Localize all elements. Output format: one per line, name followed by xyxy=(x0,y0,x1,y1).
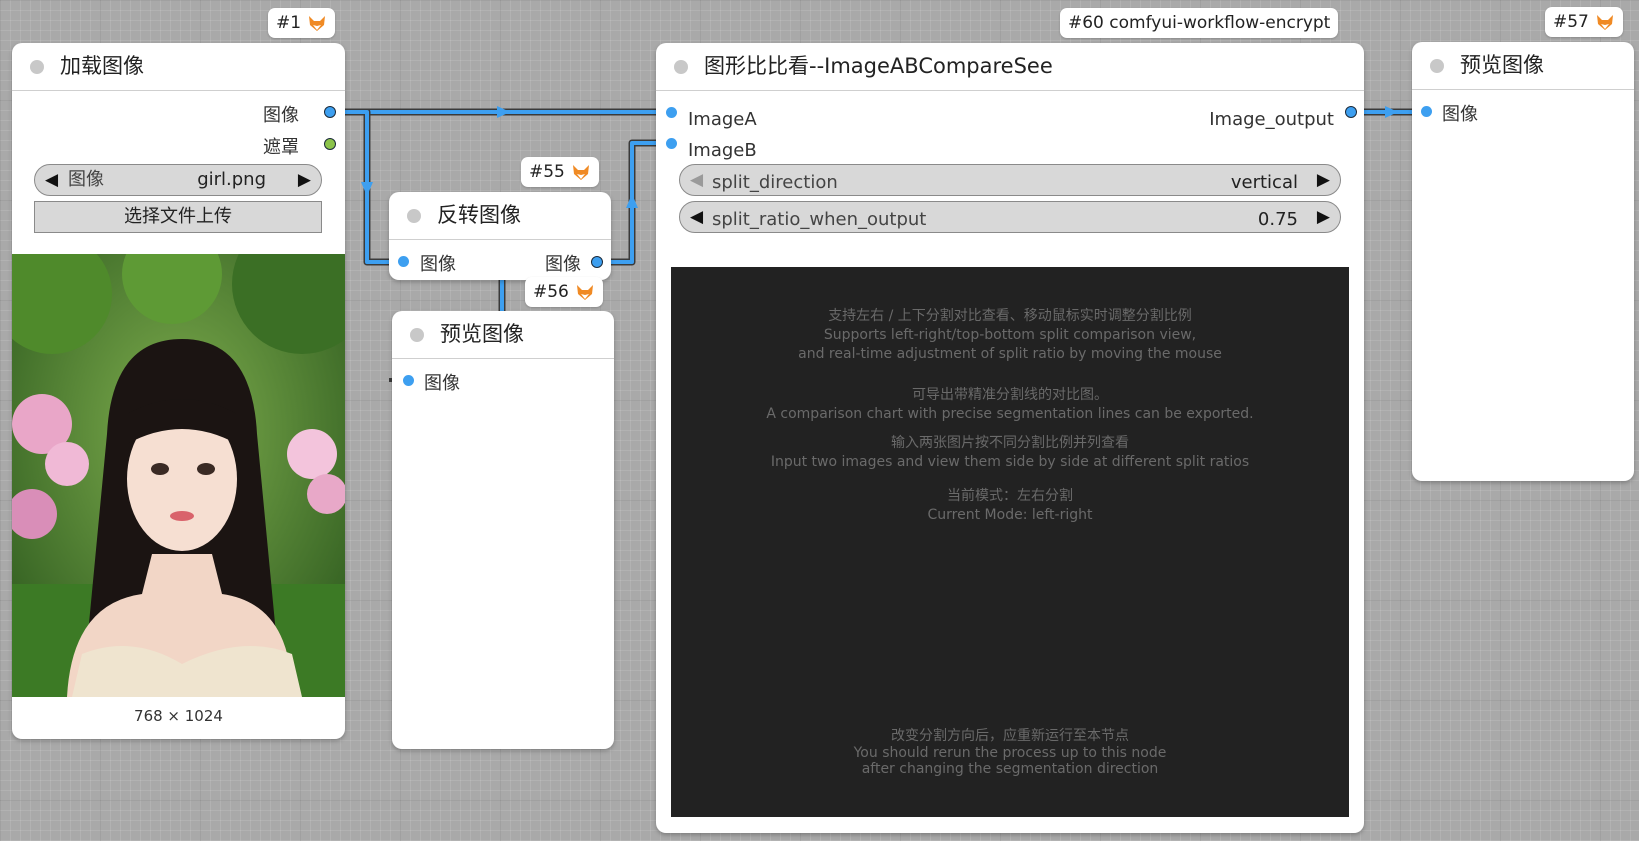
image-ab-compare-node[interactable]: 图形比比看--ImageABCompareSee ImageA ImageB I… xyxy=(656,43,1364,833)
image-preview xyxy=(12,254,345,697)
widget-value: vertical xyxy=(1230,172,1298,193)
node-header[interactable]: 预览图像 xyxy=(392,311,614,359)
input-label-image-b: ImageB xyxy=(688,140,757,161)
widget-label: split_ratio_when_output xyxy=(712,209,927,230)
node-title: 图形比比看--ImageABCompareSee xyxy=(704,54,1053,78)
split-direction-widget[interactable]: ◀ split_direction vertical ▶ xyxy=(679,164,1341,196)
input-port-image-a[interactable] xyxy=(666,107,677,118)
node-header[interactable]: 反转图像 xyxy=(389,192,611,240)
canvas-text: 输入两张图片按不同分割比例并列查看 xyxy=(891,435,1129,451)
output-label-image-output: Image_output xyxy=(1209,109,1334,130)
canvas-text: 改变分割方向后，应重新运行至本节点 xyxy=(891,728,1129,744)
node-id-text: #55 xyxy=(529,162,565,182)
widget-value: 0.75 xyxy=(1257,209,1298,230)
canvas-text: 当前模式：左右分割 xyxy=(947,488,1073,504)
load-image-node[interactable]: 加载图像 图像 遮罩 ◀ 图像 girl.png ▶ 选择文件上传 768 × … xyxy=(12,43,345,739)
invert-image-node[interactable]: 反转图像 图像 图像 xyxy=(389,192,611,280)
input-port-image[interactable] xyxy=(398,256,409,267)
split-ratio-widget[interactable]: ◀ split_ratio_when_output 0.75 ▶ xyxy=(679,201,1341,233)
output-port-image[interactable] xyxy=(591,256,603,268)
output-port-image-output[interactable] xyxy=(1345,106,1357,118)
node-title: 预览图像 xyxy=(440,322,524,346)
input-port-image-b[interactable] xyxy=(666,138,677,149)
compare-canvas[interactable]: 支持左右 / 上下分割对比查看、移动鼠标实时调整分割比例 Supports le… xyxy=(671,267,1349,817)
node-id-badge: #60 comfyui-workflow-encrypt xyxy=(1060,8,1339,38)
arrow-right-icon[interactable]: ▶ xyxy=(298,165,311,195)
node-header[interactable]: 图形比比看--ImageABCompareSee xyxy=(656,43,1364,91)
node-id-badge: #56 xyxy=(525,277,603,307)
output-port-mask[interactable] xyxy=(324,138,336,150)
canvas-text: Supports left-right/top-bottom split com… xyxy=(823,327,1197,343)
input-label-image-a: ImageA xyxy=(688,109,757,130)
arrow-left-icon[interactable]: ◀ xyxy=(45,165,58,195)
widget-value: girl.png xyxy=(197,169,266,190)
image-size-label: 768 × 1024 xyxy=(134,707,223,725)
node-header[interactable]: 预览图像 xyxy=(1412,42,1634,90)
node-title: 预览图像 xyxy=(1460,53,1544,77)
preview-image-node-56[interactable]: 预览图像 图像 xyxy=(392,311,614,749)
node-id-text: #57 xyxy=(1553,12,1589,32)
collapse-toggle[interactable] xyxy=(674,60,688,74)
input-port-image[interactable] xyxy=(1421,106,1432,117)
output-label-mask: 遮罩 xyxy=(263,137,299,158)
upload-button[interactable]: 选择文件上传 xyxy=(34,201,322,233)
output-port-image[interactable] xyxy=(324,106,336,118)
node-id-badge: #57 xyxy=(1545,7,1623,37)
arrow-right-icon[interactable]: ▶ xyxy=(1317,202,1330,232)
output-label-image: 图像 xyxy=(263,105,299,126)
arrow-left-icon[interactable]: ◀ xyxy=(690,202,703,232)
widget-label: split_direction xyxy=(712,172,838,193)
canvas-text: Input two images and view them side by s… xyxy=(770,454,1250,470)
node-id-text: #60 comfyui-workflow-encrypt xyxy=(1068,13,1331,33)
fox-icon xyxy=(576,285,593,300)
canvas-text: Current Mode: left-right xyxy=(927,507,1093,523)
input-label-image: 图像 xyxy=(1442,104,1478,125)
input-label-image: 图像 xyxy=(424,373,460,394)
node-id-badge: #55 xyxy=(521,157,599,187)
input-port-image[interactable] xyxy=(403,375,414,386)
collapse-toggle[interactable] xyxy=(410,328,424,342)
widget-label: 图像 xyxy=(68,169,104,190)
fox-icon xyxy=(1596,15,1613,30)
node-id-text: #56 xyxy=(533,282,569,302)
fox-icon xyxy=(572,165,589,180)
arrow-left-icon[interactable]: ◀ xyxy=(690,165,703,195)
canvas-text: after changing the segmentation directio… xyxy=(861,761,1159,777)
node-title: 加载图像 xyxy=(60,54,144,78)
collapse-toggle[interactable] xyxy=(407,209,421,223)
preview-image-node-57[interactable]: 预览图像 图像 xyxy=(1412,42,1634,481)
node-id-text: #1 xyxy=(276,13,302,33)
canvas-text: 可导出带精准分割线的对比图。 xyxy=(912,387,1108,403)
image-combo-widget[interactable]: ◀ 图像 girl.png ▶ xyxy=(34,164,322,196)
fox-icon xyxy=(309,16,326,31)
canvas-text: A comparison chart with precise segmenta… xyxy=(766,406,1254,422)
collapse-toggle[interactable] xyxy=(30,60,44,74)
collapse-toggle[interactable] xyxy=(1430,59,1444,73)
input-label-image: 图像 xyxy=(420,254,456,275)
output-label-image: 图像 xyxy=(545,254,581,275)
canvas-text: 支持左右 / 上下分割对比查看、移动鼠标实时调整分割比例 xyxy=(828,308,1192,324)
canvas-text: and real-time adjustment of split ratio … xyxy=(798,346,1222,362)
node-header[interactable]: 加载图像 xyxy=(12,43,345,91)
node-id-badge: #1 xyxy=(268,8,336,38)
arrow-right-icon[interactable]: ▶ xyxy=(1317,165,1330,195)
node-title: 反转图像 xyxy=(437,203,521,227)
